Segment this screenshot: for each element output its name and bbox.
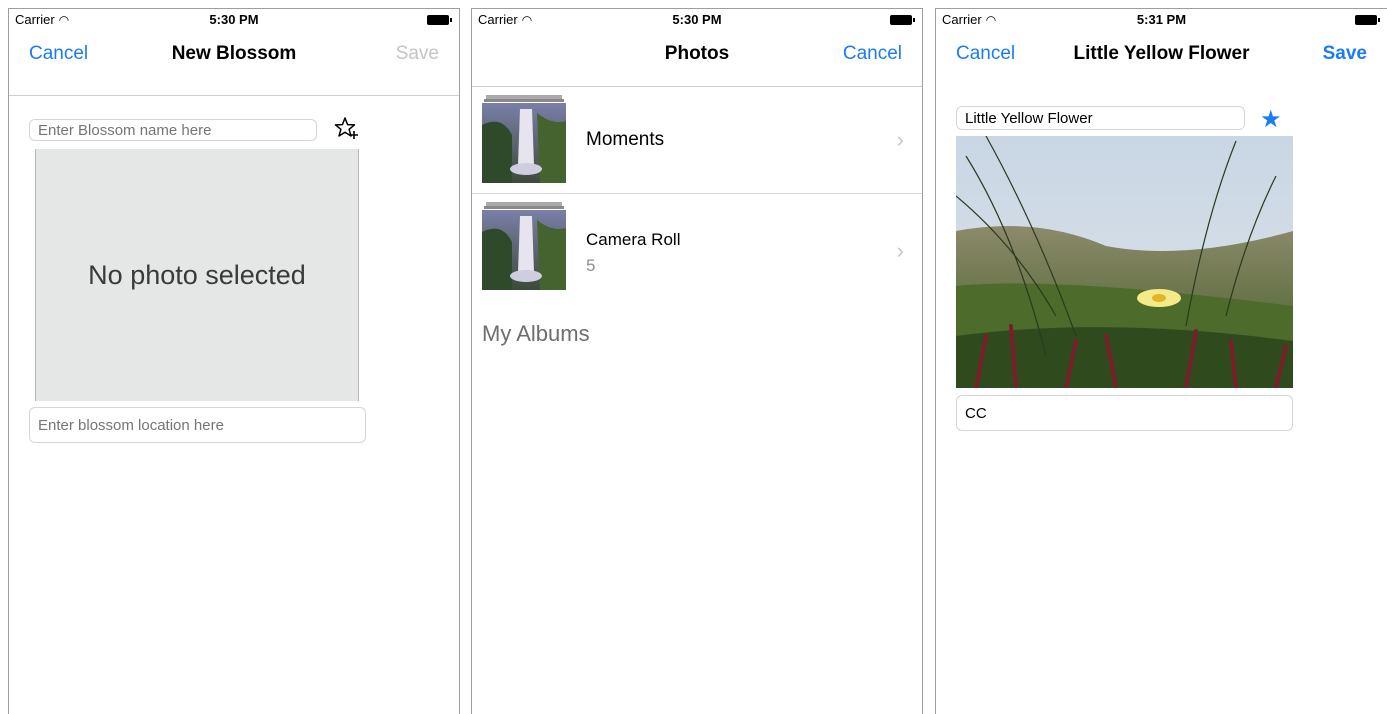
album-count: 5 [586,256,596,275]
battery-icon [427,15,452,25]
album-row-moments[interactable]: Moments › [472,87,922,193]
no-photo-label: No photo selected [88,259,306,290]
status-time: 5:30 PM [672,12,722,27]
status-time: 5:30 PM [209,12,259,27]
battery-icon [1355,15,1380,25]
blossom-location-field[interactable]: CC [956,395,1293,431]
photo-placeholder[interactable]: No photo selected [35,149,359,401]
chevron-right-icon: › [896,127,904,152]
new-blossom-screen: Carrier ◠ 5:30 PM Cancel New Blossom Save… [8,8,460,714]
photos-picker-screen: Carrier ◠ 5:30 PM Photos Cancel Moments › [471,8,923,714]
blossom-name-field[interactable]: Little Yellow Flower [956,106,1245,130]
cancel-button[interactable]: Cancel [29,43,88,65]
section-title: My Albums [482,321,590,346]
save-button[interactable]: Save [396,43,439,65]
cancel-button[interactable]: Cancel [843,43,902,65]
blossom-name-field[interactable] [29,119,317,141]
album-label: Moments [586,129,665,150]
star-add-icon[interactable] [333,115,361,143]
blossom-detail-screen: Carrier ◠ 5:31 PM Cancel Little Yellow Fl… [935,8,1387,714]
status-bar: Carrier ◠ 5:30 PM [9,9,459,31]
album-thumbnail [482,95,566,183]
chevron-right-icon: › [896,238,904,263]
status-time: 5:31 PM [1136,12,1187,27]
navigation-bar: Cancel Little Yellow Flower Save [936,31,1387,75]
navigation-bar: Photos Cancel [472,31,922,75]
save-button[interactable]: Save [1323,43,1367,65]
star-filled-icon[interactable]: ★ [1260,105,1282,134]
album-label: Camera Roll [586,230,681,249]
status-bar: Carrier ◠ 5:31 PM [936,9,1387,31]
cancel-button[interactable]: Cancel [956,43,1015,65]
battery-icon [890,15,915,25]
navigation-bar: Cancel New Blossom Save [9,31,459,75]
status-bar: Carrier ◠ 5:30 PM [472,9,922,31]
blossom-photo[interactable] [956,136,1293,388]
album-row-camera-roll[interactable]: Camera Roll 5 › [472,194,922,300]
album-thumbnail [482,202,566,290]
blossom-location-field[interactable] [29,407,366,443]
nav-divider [9,95,459,96]
